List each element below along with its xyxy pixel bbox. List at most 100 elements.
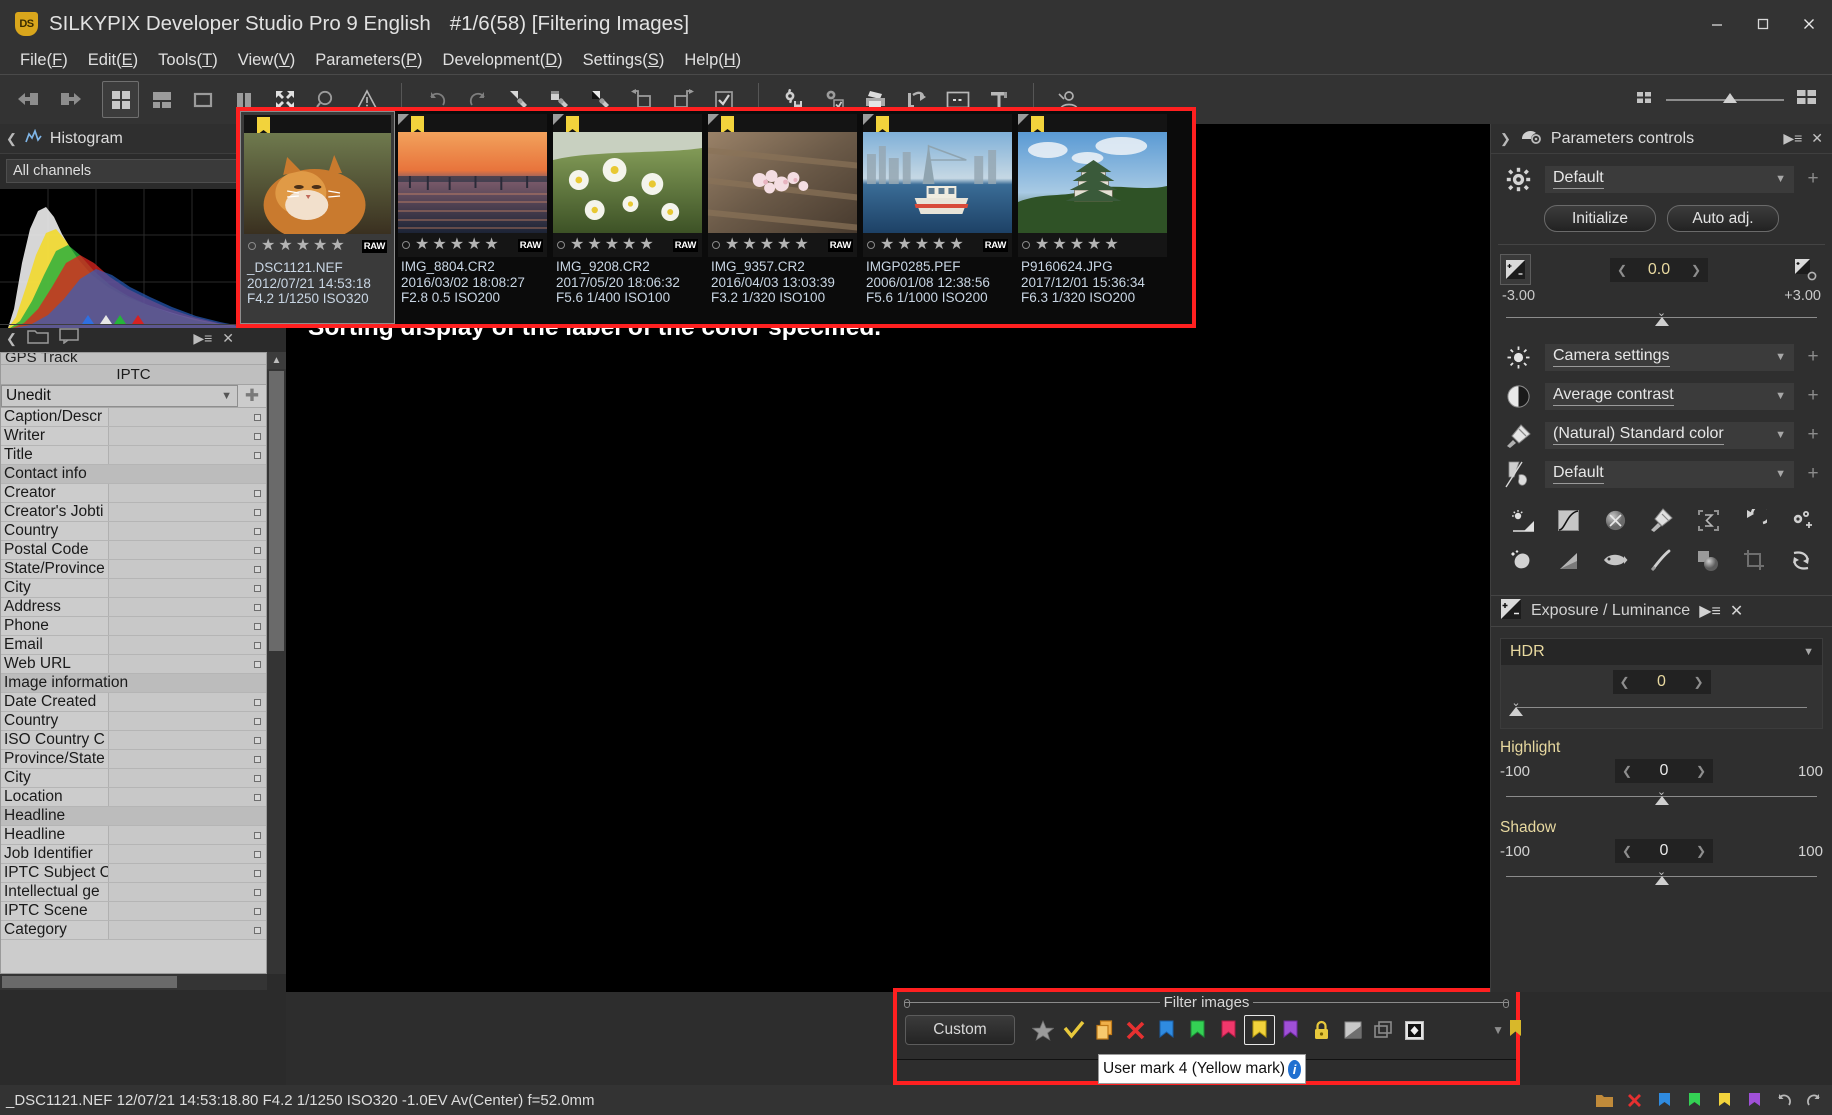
star-icon[interactable]: ★ <box>296 238 310 254</box>
add-parameter-button[interactable]: + <box>1803 424 1823 446</box>
purple-mark-status-icon[interactable] <box>1744 1090 1764 1110</box>
rating-clear-icon[interactable] <box>712 241 720 249</box>
user-mark-3-pink-icon[interactable] <box>1213 1015 1244 1045</box>
chevron-left-icon[interactable]: ❮ <box>1622 764 1632 778</box>
iptc-field-checkbox[interactable] <box>254 775 261 782</box>
star-icon[interactable]: ★ <box>432 237 446 253</box>
duplicate-filter-icon[interactable] <box>1368 1015 1399 1045</box>
blue-mark-status-icon[interactable] <box>1654 1090 1674 1110</box>
iptc-field-checkbox[interactable] <box>254 433 261 440</box>
filmstrip[interactable]: ★ ★ ★ ★ ★ RAW _DSC1121.NEF 2012/07/21 14:53:18 F… <box>240 111 1192 324</box>
iptc-preset-select[interactable]: Unedit ▼ <box>1 385 238 407</box>
add-parameter-button[interactable]: + <box>1803 385 1823 407</box>
maximize-button[interactable] <box>1740 0 1786 47</box>
iptc-field-input[interactable] <box>109 560 266 578</box>
menu-tools[interactable]: Tools(T) <box>148 51 228 70</box>
iptc-field-checkbox[interactable] <box>254 927 261 934</box>
taper-filter-icon[interactable] <box>1337 1015 1368 1045</box>
thumbnail-image[interactable] <box>553 132 702 233</box>
star-icon[interactable]: ★ <box>1035 237 1049 253</box>
iptc-field-input[interactable] <box>109 636 266 654</box>
star-icon[interactable]: ★ <box>880 237 894 253</box>
auto-adjust-button[interactable]: Auto adj. <box>1667 205 1779 232</box>
rating-clear-icon[interactable] <box>867 241 875 249</box>
star-icon[interactable]: ★ <box>261 238 275 254</box>
iptc-field-input[interactable] <box>109 864 266 882</box>
user-mark-4-yellow-icon[interactable] <box>411 116 424 136</box>
star-rating-filter-icon[interactable] <box>1027 1015 1058 1045</box>
large-thumbnail-icon[interactable] <box>1796 88 1818 112</box>
close-icon[interactable]: ✕ <box>1811 130 1823 147</box>
iptc-field-checkbox[interactable] <box>254 794 261 801</box>
iptc-field-row[interactable]: Job Identifier <box>1 845 266 864</box>
checkmark-filter-icon[interactable] <box>1058 1015 1089 1045</box>
thumbnail-rating-row[interactable]: ★ ★ ★ ★ ★ RAW <box>553 233 702 257</box>
menu-help[interactable]: Help(H) <box>674 51 751 70</box>
exposure-bias-slider[interactable]: ⌄ <box>1500 308 1823 330</box>
iptc-field-row[interactable]: IPTC Subject C <box>1 864 266 883</box>
iptc-field-input[interactable] <box>109 826 266 844</box>
iptc-field-input[interactable] <box>109 883 266 901</box>
folder-icon[interactable] <box>27 328 49 349</box>
iptc-field-row[interactable]: Headline <box>1 826 266 845</box>
copy-filter-icon[interactable] <box>1089 1015 1120 1045</box>
iptc-field-checkbox[interactable] <box>254 661 261 668</box>
user-mark-4-yellow-icon[interactable] <box>1031 116 1044 136</box>
iptc-field-row[interactable]: State/Province <box>1 560 266 579</box>
iptc-field-input[interactable] <box>109 484 266 502</box>
filter-dropdown-icon[interactable]: ▼ <box>1492 1023 1508 1037</box>
star-icon[interactable]: ★ <box>725 237 739 253</box>
parameter-select[interactable]: Default ▼ <box>1545 460 1794 488</box>
exposure-compensation-icon[interactable] <box>1500 254 1531 285</box>
contrast-filter-icon[interactable] <box>1399 1015 1430 1045</box>
iptc-field-checkbox[interactable] <box>254 756 261 763</box>
hdr-slider-knob[interactable]: ⌄ <box>1508 698 1524 718</box>
thumbnail-size-slider[interactable] <box>1666 92 1784 103</box>
star-icon[interactable]: ★ <box>484 237 498 253</box>
thumbnail-rating-row[interactable]: ★ ★ ★ ★ ★ RAW <box>244 234 391 258</box>
iptc-field-checkbox[interactable] <box>254 699 261 706</box>
thumbnail-image[interactable] <box>708 132 857 233</box>
thumbnail-cell[interactable]: ★ ★ ★ ★ ★ RAW IMG_9208.CR2 2017/05/20 18:06:32 F… <box>550 111 705 324</box>
star-icon[interactable]: ★ <box>450 237 464 253</box>
user-mark-4-yellow-icon[interactable] <box>566 116 579 136</box>
iptc-field-checkbox[interactable] <box>254 870 261 877</box>
shadow-slider-knob[interactable]: ⌄ <box>1654 867 1670 887</box>
dodge-burn-tool-icon[interactable] <box>1691 545 1725 575</box>
chevron-left-icon[interactable]: ❮ <box>1617 263 1627 277</box>
thumbnail-grid-view-button[interactable] <box>102 81 139 118</box>
lock-filter-icon[interactable] <box>1306 1015 1337 1045</box>
iptc-field-row[interactable]: Address <box>1 598 266 617</box>
iptc-field-input[interactable] <box>109 408 266 426</box>
rating-clear-icon[interactable] <box>248 242 256 250</box>
user-mark-1-blue-icon[interactable] <box>1151 1015 1182 1045</box>
iptc-vertical-scroll-thumb[interactable] <box>269 371 284 651</box>
reject-status-icon[interactable] <box>1624 1090 1644 1110</box>
iptc-field-checkbox[interactable] <box>254 642 261 649</box>
iptc-field-input[interactable] <box>109 845 266 863</box>
iptc-field-input[interactable] <box>109 788 266 806</box>
user-mark-4-yellow-icon[interactable] <box>876 116 889 136</box>
add-preset-icon[interactable]: ✚ <box>238 385 266 407</box>
iptc-field-row[interactable]: Date Created <box>1 693 266 712</box>
menu-edit[interactable]: Edit(E) <box>78 51 148 70</box>
redo-status-icon[interactable] <box>1804 1090 1824 1110</box>
menu-development[interactable]: Development(D) <box>433 51 573 70</box>
brush-tool-icon[interactable] <box>1645 545 1679 575</box>
star-icon[interactable]: ★ <box>570 237 584 253</box>
iptc-field-row[interactable]: Intellectual ge <box>1 883 266 902</box>
rotation-tool-icon[interactable] <box>1738 505 1772 535</box>
previous-image-button[interactable] <box>10 81 47 118</box>
chevron-left-icon[interactable]: ❮ <box>1620 675 1630 689</box>
star-icon[interactable]: ★ <box>467 237 481 253</box>
star-icon[interactable]: ★ <box>1070 237 1084 253</box>
add-parameter-button[interactable]: + <box>1803 463 1823 485</box>
rating-clear-icon[interactable] <box>557 241 565 249</box>
thumbnail-rating-row[interactable]: ★ ★ ★ ★ ★ <box>1018 233 1167 257</box>
star-icon[interactable]: ★ <box>1087 237 1101 253</box>
iptc-field-row[interactable]: City <box>1 769 266 788</box>
rating-clear-icon[interactable] <box>1022 241 1030 249</box>
iptc-field-input[interactable] <box>109 579 266 597</box>
menu-settings[interactable]: Settings(S) <box>573 51 675 70</box>
exposure-bias-slider-knob[interactable]: ⌄ <box>1654 308 1670 328</box>
